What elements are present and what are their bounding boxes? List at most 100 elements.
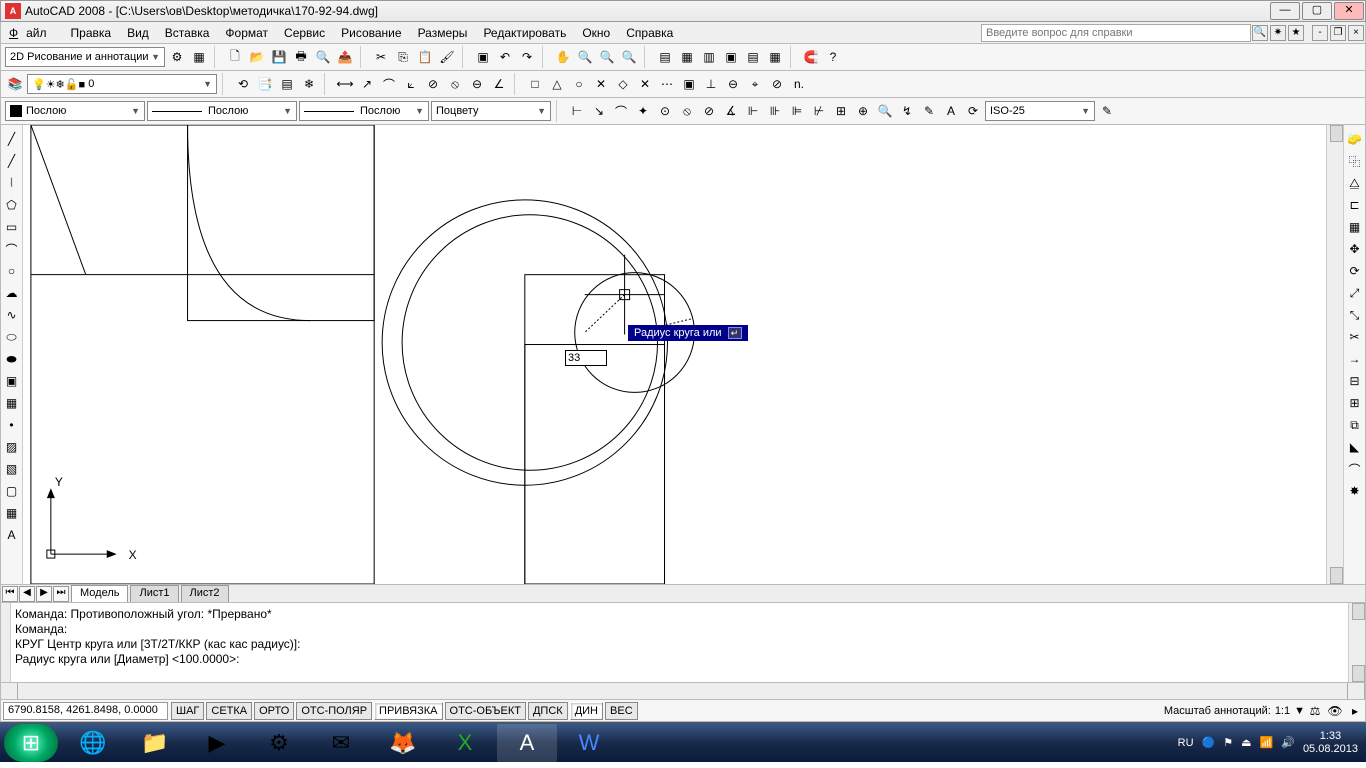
offset-icon[interactable]: ⊏ xyxy=(1345,195,1365,215)
osnap-settings-icon[interactable]: n. xyxy=(789,74,809,94)
command-history[interactable]: Команда: Противоположный угол: *Прервано… xyxy=(11,603,1348,682)
dim-cont-icon[interactable]: ⊪ xyxy=(765,101,785,121)
polygon-icon[interactable]: ⬠ xyxy=(2,195,22,215)
inspect-icon[interactable]: 🔍 xyxy=(875,101,895,121)
menu-edit[interactable]: Правка xyxy=(63,26,120,40)
osnap-ext-icon[interactable]: ⋯ xyxy=(657,74,677,94)
scale-icon[interactable]: ⤢ xyxy=(1345,283,1365,303)
erase-icon[interactable]: 🧽 xyxy=(1345,129,1365,149)
help-icon[interactable]: ? xyxy=(823,47,843,67)
menu-view[interactable]: Вид xyxy=(119,26,157,40)
osnap-none-icon[interactable]: ⊘ xyxy=(767,74,787,94)
copy-icon[interactable]: ⎘ xyxy=(393,47,413,67)
tab-prev-icon[interactable]: ◀ xyxy=(19,586,35,602)
taskbar-mail-icon[interactable]: ✉ xyxy=(311,724,371,762)
properties-icon[interactable]: ▤ xyxy=(655,47,675,67)
rectangle-icon[interactable]: ▭ xyxy=(2,217,22,237)
tab-sheet2[interactable]: Лист2 xyxy=(181,585,229,602)
explode-icon[interactable]: ✸ xyxy=(1345,481,1365,501)
maximize-button[interactable]: ▢ xyxy=(1302,2,1332,20)
dim-jog2-icon[interactable]: ⦸ xyxy=(677,101,697,121)
extend-icon[interactable]: → xyxy=(1345,349,1365,369)
workspace-combo[interactable]: 2D Рисование и аннотации▼ xyxy=(5,47,165,67)
osnap-int-icon[interactable]: ✕ xyxy=(635,74,655,94)
pan-icon[interactable]: ✋ xyxy=(553,47,573,67)
redo-icon[interactable]: ↷ xyxy=(517,47,537,67)
circle-icon[interactable]: ○ xyxy=(2,261,22,281)
mirror-icon[interactable]: ⧋ xyxy=(1345,173,1365,193)
favorites-icon[interactable]: ★ xyxy=(1288,25,1304,41)
taskbar-excel-icon[interactable]: X xyxy=(435,724,495,762)
taskbar-media-icon[interactable]: ▶ xyxy=(187,724,247,762)
sheet-set-icon[interactable]: ▣ xyxy=(721,47,741,67)
menu-modify[interactable]: Редактировать xyxy=(475,26,574,40)
zoom-realtime-icon[interactable]: 🔍 xyxy=(575,47,595,67)
plot-preview-icon[interactable]: 🔍 xyxy=(313,47,333,67)
dim-ordinate-icon[interactable]: ⟀ xyxy=(401,74,421,94)
dim-arc-icon[interactable]: ⌒ xyxy=(379,74,399,94)
gradient-icon[interactable]: ▧ xyxy=(2,459,22,479)
block-editor-icon[interactable]: ▣ xyxy=(473,47,493,67)
linetype-combo[interactable]: Послою▼ xyxy=(147,101,297,121)
plotstyle-combo[interactable]: Поцвету▼ xyxy=(431,101,551,121)
tray-lang[interactable]: RU xyxy=(1178,737,1194,749)
dim-break-icon[interactable]: ⊬ xyxy=(809,101,829,121)
dim-arc2-icon[interactable]: ⌒ xyxy=(611,101,631,121)
command-scrollbar[interactable] xyxy=(1348,603,1365,682)
help-search-go[interactable]: 🔍 xyxy=(1252,25,1268,41)
close-button[interactable]: ✕ xyxy=(1334,2,1364,20)
dimstyle-combo[interactable]: ISO-25▼ xyxy=(985,101,1095,121)
tab-first-icon[interactable]: ⏮ xyxy=(2,586,18,602)
dim-quick-icon[interactable]: ⊢ xyxy=(567,101,587,121)
publish-icon[interactable]: 📤 xyxy=(335,47,355,67)
layer-combo[interactable]: 💡☀❄🔓■ 0▼ xyxy=(27,74,217,94)
taskbar-firefox-icon[interactable]: 🦊 xyxy=(373,724,433,762)
toggle-ortho[interactable]: ОРТО xyxy=(254,702,294,720)
osnap-ins-icon[interactable]: ▣ xyxy=(679,74,699,94)
status-tray-icon[interactable]: ▸ xyxy=(1345,701,1365,721)
annoscale-icon[interactable]: ⚖ xyxy=(1305,701,1325,721)
break-point-icon[interactable]: ⊟ xyxy=(1345,371,1365,391)
workspace-lock-icon[interactable]: ▦ xyxy=(189,47,209,67)
dim-radius-icon[interactable]: ⊘ xyxy=(423,74,443,94)
taskbar-explorer-icon[interactable]: 📁 xyxy=(125,724,185,762)
menu-dimensions[interactable]: Размеры xyxy=(410,26,476,40)
menu-insert[interactable]: Вставка xyxy=(157,26,218,40)
dimstyle-manager-icon[interactable]: ✎ xyxy=(1097,101,1117,121)
dim-rad2-icon[interactable]: ⊙ xyxy=(655,101,675,121)
menu-window[interactable]: Окно xyxy=(574,26,618,40)
osnap-near-icon[interactable]: ⌖ xyxy=(745,74,765,94)
constraint-icon[interactable]: 🧲 xyxy=(801,47,821,67)
lineweight-combo[interactable]: Послою▼ xyxy=(299,101,429,121)
dim-aligned-icon[interactable]: ↗ xyxy=(357,74,377,94)
markup-icon[interactable]: ▤ xyxy=(743,47,763,67)
menu-help[interactable]: Справка xyxy=(618,26,681,40)
stretch-icon[interactable]: ⤡ xyxy=(1345,305,1365,325)
dim-ord2-icon[interactable]: ✦ xyxy=(633,101,653,121)
arc-icon[interactable]: ⌒ xyxy=(2,239,22,259)
save-icon[interactable]: 💾 xyxy=(269,47,289,67)
tab-next-icon[interactable]: ▶ xyxy=(36,586,52,602)
taskbar-ie-icon[interactable]: 🌐 xyxy=(63,724,123,762)
join-icon[interactable]: ⧉ xyxy=(1345,415,1365,435)
mdi-minimize[interactable]: - xyxy=(1312,25,1328,41)
tab-last-icon[interactable]: ⏭ xyxy=(53,586,69,602)
ellipse-arc-icon[interactable]: ⬬ xyxy=(2,349,22,369)
tolerance-icon[interactable]: ⊞ xyxy=(831,101,851,121)
anno-visibility-icon[interactable]: 👁 xyxy=(1325,701,1345,721)
move-icon[interactable]: ✥ xyxy=(1345,239,1365,259)
zoom-window-icon[interactable]: 🔍 xyxy=(597,47,617,67)
undo-icon[interactable]: ↶ xyxy=(495,47,515,67)
toggle-grid[interactable]: СЕТКА xyxy=(206,702,252,720)
coordinates-readout[interactable]: 6790.8158, 4261.8498, 0.0000 xyxy=(3,702,168,720)
help-search-input[interactable] xyxy=(981,24,1251,42)
revcloud-icon[interactable]: ☁ xyxy=(2,283,22,303)
hatch-icon[interactable]: ▨ xyxy=(2,437,22,457)
xline-icon[interactable]: ╱ xyxy=(2,151,22,171)
tray-action-center-icon[interactable]: ⚑ xyxy=(1223,736,1233,749)
layer-iso-icon[interactable]: ▤ xyxy=(277,74,297,94)
trim-icon[interactable]: ✂ xyxy=(1345,327,1365,347)
taskbar-word-icon[interactable]: W xyxy=(559,724,619,762)
tray-volume-icon[interactable]: 🔊 xyxy=(1281,736,1295,749)
tab-sheet1[interactable]: Лист1 xyxy=(130,585,178,602)
